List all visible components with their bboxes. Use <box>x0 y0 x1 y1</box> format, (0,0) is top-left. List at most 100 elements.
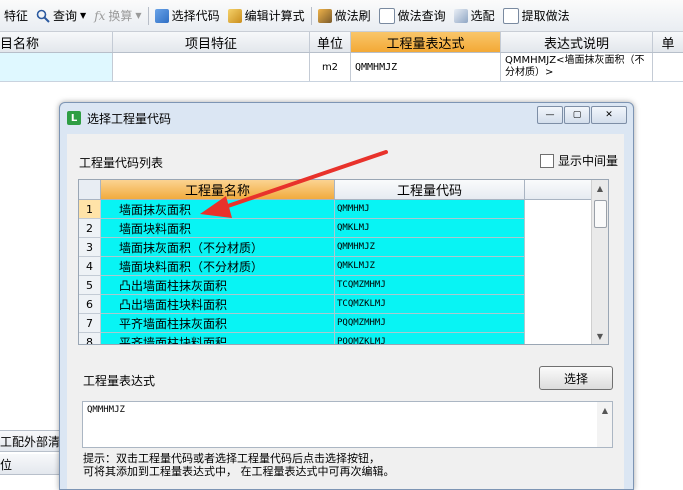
cell-extra[interactable] <box>653 53 683 81</box>
toolbar-brush-button[interactable]: 做法刷 <box>314 4 375 28</box>
search-icon <box>36 9 50 23</box>
select-match-icon <box>453 8 468 23</box>
background-table-row[interactable]: m2 QMMHMJZ QMMHMJZ<墙面抹灰面积（不分材质）> <box>0 53 683 82</box>
table-row[interactable]: 2 墙面块料面积 QMKLMJ <box>79 219 591 238</box>
minimize-button[interactable]: — <box>537 106 563 124</box>
select-button[interactable]: 选择 <box>539 366 613 390</box>
row-name[interactable]: 平齐墙面柱抹灰面积 <box>101 314 335 333</box>
row-empty <box>525 314 591 333</box>
table-row[interactable]: 8 平齐墙面柱块料面积 PQQMZKLMJ <box>79 333 591 344</box>
column-header-description[interactable]: 表达式说明 <box>501 32 653 52</box>
toolbar-divider <box>310 6 312 25</box>
grid-header-code[interactable]: 工程量代码 <box>335 180 525 200</box>
row-number: 3 <box>79 238 101 257</box>
row-code[interactable]: QMMHMJ <box>335 200 525 219</box>
table-row[interactable]: 6 凸出墙面柱块料面积 TCQMZKLMJ <box>79 295 591 314</box>
toolbar-query-button[interactable]: 查询 ▼ <box>32 4 90 28</box>
table-row[interactable]: 4 墙面块料面积（不分材质） QMKLMJZ <box>79 257 591 276</box>
grid-body: 1 墙面抹灰面积 QMMHMJ 2 墙面块料面积 QMKLMJ 3 墙面抹灰面积… <box>79 200 591 344</box>
column-header-name[interactable]: 目名称 <box>0 32 113 52</box>
grid-header-name[interactable]: 工程量名称 <box>101 180 335 200</box>
scroll-down-icon[interactable]: ▼ <box>592 328 608 344</box>
toolbar-feature-label: 特征 <box>4 9 29 23</box>
row-code[interactable]: TCQMZKLMJ <box>335 295 525 314</box>
row-empty <box>525 333 591 344</box>
edit-formula-icon <box>227 8 242 23</box>
query-method-icon <box>378 7 395 24</box>
row-empty <box>525 295 591 314</box>
row-code[interactable]: PQQMZKLMJ <box>335 333 525 344</box>
table-row[interactable]: 5 凸出墙面柱抹灰面积 TCQMZMHMJ <box>79 276 591 295</box>
table-row[interactable]: 1 墙面抹灰面积 QMMHMJ <box>79 200 591 219</box>
toolbar-edit-formula-button[interactable]: 编辑计算式 <box>224 4 309 28</box>
toolbar-query-method-label: 做法查询 <box>397 9 446 23</box>
toolbar-select-code-button[interactable]: 选择代码 <box>151 4 224 28</box>
chevron-down-icon: ▼ <box>135 11 142 20</box>
hint-line-1: 提示：双击工程量代码或者选择工程量代码后点击选择按钮， <box>83 452 380 465</box>
toolbar-convert-button[interactable]: fx 换算 ▼ <box>90 4 145 28</box>
row-name[interactable]: 平齐墙面柱块料面积 <box>101 333 335 344</box>
toolbar-extract-method-button[interactable]: 提取做法 <box>499 4 574 28</box>
chevron-down-icon: ▼ <box>80 11 87 20</box>
expression-scrollbar[interactable]: ▲ <box>597 402 612 447</box>
row-name[interactable]: 墙面块料面积 <box>101 219 335 238</box>
row-code[interactable]: QMKLMJ <box>335 219 525 238</box>
hint-text: 提示：双击工程量代码或者选择工程量代码后点击选择按钮， 可将其添加到工程量表达式… <box>83 452 613 478</box>
column-header-unit2[interactable]: 单 <box>653 32 683 52</box>
cell-name[interactable] <box>0 53 113 81</box>
toolbar-select-match-label: 选配 <box>470 9 495 23</box>
toolbar-select-code-label: 选择代码 <box>171 9 220 23</box>
row-code[interactable]: QMMHMJZ <box>335 238 525 257</box>
column-header-feature[interactable]: 项目特征 <box>113 32 310 52</box>
toolbar-query-method-button[interactable]: 做法查询 <box>375 4 450 28</box>
cell-feature[interactable] <box>113 53 310 81</box>
row-name[interactable]: 凸出墙面柱块料面积 <box>101 295 335 314</box>
row-code[interactable]: QMKLMJZ <box>335 257 525 276</box>
background-table-header: 目名称 项目特征 单位 工程量表达式 表达式说明 单 <box>0 32 683 53</box>
row-number: 8 <box>79 333 101 344</box>
toolbar-edit-formula-label: 编辑计算式 <box>244 9 305 23</box>
row-code[interactable]: PQQMZMHMJ <box>335 314 525 333</box>
cell-expression[interactable]: QMMHMJZ <box>351 53 501 81</box>
scroll-up-icon[interactable]: ▲ <box>597 402 613 418</box>
scroll-up-icon[interactable]: ▲ <box>592 180 608 196</box>
dialog-client-area: 工程量代码列表 显示中间量 工程量名称 工程量代码 1 墙面抹灰面积 QMMHM… <box>67 134 624 489</box>
scroll-thumb[interactable] <box>594 200 607 228</box>
bottom-column-header: 位 <box>0 454 60 475</box>
dialog-titlebar[interactable]: L 选择工程量代码 — ▢ ✕ <box>60 103 633 133</box>
tab-external-list[interactable]: 工配外部清单 <box>0 430 61 452</box>
cell-description[interactable]: QMMHMJZ<墙面抹灰面积（不分材质）> <box>501 53 653 81</box>
grid-header: 工程量名称 工程量代码 <box>79 180 591 200</box>
code-list-grid: 工程量名称 工程量代码 1 墙面抹灰面积 QMMHMJ 2 墙面块料面积 QMK… <box>78 179 609 345</box>
close-button[interactable]: ✕ <box>591 106 627 124</box>
row-number: 1 <box>79 200 101 219</box>
main-toolbar: 特征 查询 ▼ fx 换算 ▼ 选择代码 编辑计算式 做法刷 做法查询 选配 提… <box>0 0 683 32</box>
row-number: 7 <box>79 314 101 333</box>
extract-method-icon <box>502 7 519 24</box>
hint-line-2: 可将其添加到工程量表达式中， 在工程量表达式中可再次编辑。 <box>83 465 395 478</box>
cell-unit[interactable]: m2 <box>310 53 351 81</box>
row-name[interactable]: 凸出墙面柱抹灰面积 <box>101 276 335 295</box>
expression-input[interactable]: QMMHMJZ ▲ <box>82 401 613 448</box>
maximize-button[interactable]: ▢ <box>564 106 590 124</box>
row-name[interactable]: 墙面块料面积（不分材质） <box>101 257 335 276</box>
row-code[interactable]: TCQMZMHMJ <box>335 276 525 295</box>
code-list-label: 工程量代码列表 <box>79 156 164 170</box>
row-name[interactable]: 墙面抹灰面积（不分材质） <box>101 238 335 257</box>
toolbar-select-match-button[interactable]: 选配 <box>450 4 499 28</box>
toolbar-feature-button[interactable]: 特征 <box>0 4 32 28</box>
table-row[interactable]: 7 平齐墙面柱抹灰面积 PQQMZMHMJ <box>79 314 591 333</box>
show-middle-checkbox[interactable]: 显示中间量 <box>539 152 618 169</box>
brush-icon <box>317 8 332 23</box>
table-row[interactable]: 3 墙面抹灰面积（不分材质） QMMHMJZ <box>79 238 591 257</box>
grid-header-empty <box>525 180 591 200</box>
row-number: 6 <box>79 295 101 314</box>
row-name[interactable]: 墙面抹灰面积 <box>101 200 335 219</box>
column-header-unit[interactable]: 单位 <box>310 32 351 52</box>
row-number: 5 <box>79 276 101 295</box>
row-number: 2 <box>79 219 101 238</box>
toolbar-extract-method-label: 提取做法 <box>521 9 570 23</box>
column-header-expression[interactable]: 工程量表达式 <box>351 32 501 52</box>
checkbox-box[interactable] <box>539 153 554 168</box>
grid-scrollbar[interactable]: ▲ ▼ <box>591 180 608 344</box>
